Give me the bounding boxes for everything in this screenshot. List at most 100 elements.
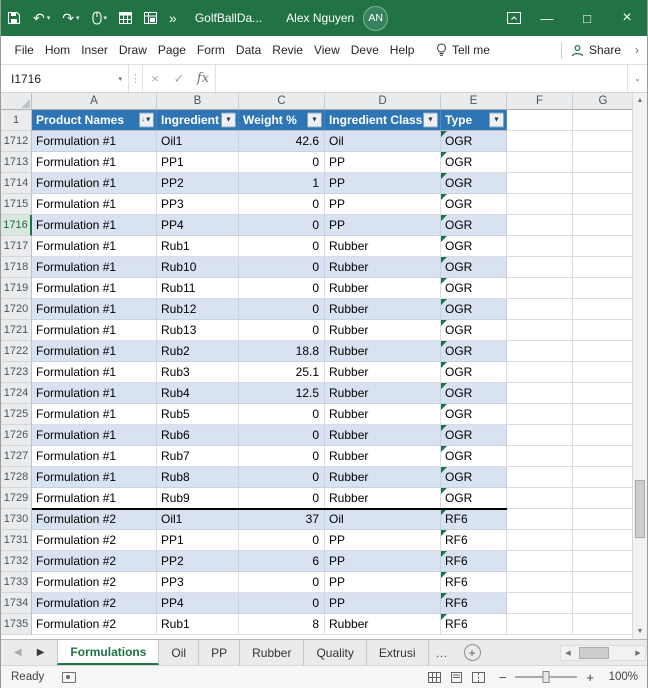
filter-button-weight[interactable]: ▼ <box>307 112 322 128</box>
cell-E1728[interactable]: OGR <box>441 467 507 488</box>
ribbon-tab-file[interactable]: File <box>9 36 39 65</box>
cell-E1714[interactable]: OGR <box>441 173 507 194</box>
cell-B1716[interactable]: PP4 <box>157 215 239 236</box>
cell-G1714[interactable] <box>573 173 634 194</box>
cell-B1724[interactable]: Rub4 <box>157 383 239 404</box>
cell-F1729[interactable] <box>507 488 573 509</box>
qat-table-button-2[interactable] <box>138 0 163 36</box>
view-page-layout-icon[interactable] <box>450 671 463 683</box>
cell-A1715[interactable]: Formulation #1 <box>32 194 157 215</box>
cell-B1713[interactable]: PP1 <box>157 152 239 173</box>
column-header-g[interactable]: G <box>573 93 634 109</box>
cell-F1717[interactable] <box>507 236 573 257</box>
cell-A1730[interactable]: Formulation #2 <box>32 509 157 530</box>
cell-D1721[interactable]: Rubber <box>325 320 441 341</box>
cell-A1723[interactable]: Formulation #1 <box>32 362 157 383</box>
cell-C1713[interactable]: 0 <box>239 152 325 173</box>
view-page-break-icon[interactable] <box>471 671 485 683</box>
vertical-scroll-track[interactable] <box>633 108 647 624</box>
cell-A1718[interactable]: Formulation #1 <box>32 257 157 278</box>
cell-E1722[interactable]: OGR <box>441 341 507 362</box>
column-header-b[interactable]: B <box>157 93 239 109</box>
redo-dropdown-arrow[interactable]: ▾ <box>76 14 80 22</box>
cell-F1714[interactable] <box>507 173 573 194</box>
cell-E1724[interactable]: OGR <box>441 383 507 404</box>
cell-F1725[interactable] <box>507 404 573 425</box>
cell-D1723[interactable]: Rubber <box>325 362 441 383</box>
cell-D1725[interactable]: Rubber <box>325 404 441 425</box>
minimize-button[interactable]: — <box>527 0 567 36</box>
cell-E1715[interactable]: OGR <box>441 194 507 215</box>
cell-F1730[interactable] <box>507 509 573 530</box>
row-header-1717[interactable]: 1717 <box>1 236 32 257</box>
cell-C1725[interactable]: 0 <box>239 404 325 425</box>
cell-C1733[interactable]: 0 <box>239 572 325 593</box>
zoom-level[interactable]: 100% <box>604 671 638 683</box>
cell-C1717[interactable]: 0 <box>239 236 325 257</box>
cell-C1721[interactable]: 0 <box>239 320 325 341</box>
cell-A1714[interactable]: Formulation #1 <box>32 173 157 194</box>
cell-D1719[interactable]: Rubber <box>325 278 441 299</box>
cell-F1727[interactable] <box>507 446 573 467</box>
cell-F1712[interactable] <box>507 131 573 152</box>
row-header-1732[interactable]: 1732 <box>1 551 32 572</box>
cell-D1724[interactable]: Rubber <box>325 383 441 404</box>
row-header-1721[interactable]: 1721 <box>1 320 32 341</box>
cell-C1716[interactable]: 0 <box>239 215 325 236</box>
cell-F1724[interactable] <box>507 383 573 404</box>
cell-B1726[interactable]: Rub6 <box>157 425 239 446</box>
zoom-out-button[interactable]: − <box>495 670 511 685</box>
sheet-tab-oil[interactable]: Oil <box>159 640 200 665</box>
cell-A1725[interactable]: Formulation #1 <box>32 404 157 425</box>
cell-E1713[interactable]: OGR <box>441 152 507 173</box>
cell-D1720[interactable]: Rubber <box>325 299 441 320</box>
row-header-1730[interactable]: 1730 <box>1 509 32 530</box>
cell-G1724[interactable] <box>573 383 634 404</box>
cell-G1728[interactable] <box>573 467 634 488</box>
cell-G1[interactable] <box>573 110 634 131</box>
cell-G1721[interactable] <box>573 320 634 341</box>
cell-C1722[interactable]: 18.8 <box>239 341 325 362</box>
row-header-1722[interactable]: 1722 <box>1 341 32 362</box>
cell-B1719[interactable]: Rub11 <box>157 278 239 299</box>
cell-B1721[interactable]: Rub13 <box>157 320 239 341</box>
cell-D1728[interactable]: Rubber <box>325 467 441 488</box>
ribbon-tab-deve[interactable]: Deve <box>345 36 384 65</box>
cell-C1728[interactable]: 0 <box>239 467 325 488</box>
cell-E1712[interactable]: OGR <box>441 131 507 152</box>
cell-A1729[interactable]: Formulation #1 <box>32 488 157 509</box>
row-header-1726[interactable]: 1726 <box>1 425 32 446</box>
cell-B1723[interactable]: Rub3 <box>157 362 239 383</box>
cell-F1720[interactable] <box>507 299 573 320</box>
filter-button-ingredient-class[interactable]: ▼ <box>423 112 438 128</box>
cell-G1713[interactable] <box>573 152 634 173</box>
cell-C1735[interactable]: 8 <box>239 614 325 635</box>
column-header-f[interactable]: F <box>507 93 573 109</box>
cell-F1722[interactable] <box>507 341 573 362</box>
ribbon-tab-inser[interactable]: Inser <box>76 36 114 65</box>
maximize-button[interactable]: □ <box>567 0 607 36</box>
expand-formula-bar-arrow[interactable]: ⌄ <box>627 65 647 92</box>
cell-F1718[interactable] <box>507 257 573 278</box>
cell-D1712[interactable]: Oil <box>325 131 441 152</box>
cell-D1734[interactable]: PP <box>325 593 441 614</box>
cell-E1726[interactable]: OGR <box>441 425 507 446</box>
row-header-1713[interactable]: 1713 <box>1 152 32 173</box>
cell-E1734[interactable]: RF6 <box>441 593 507 614</box>
scroll-down-arrow[interactable]: ▼ <box>633 624 647 639</box>
cell-G1716[interactable] <box>573 215 634 236</box>
filter-button-ingredient[interactable]: ▼ <box>221 112 236 128</box>
cell-E1731[interactable]: RF6 <box>441 530 507 551</box>
cell-F1728[interactable] <box>507 467 573 488</box>
sheet-tab-pp[interactable]: PP <box>199 640 241 665</box>
cell-E1729[interactable]: OGR <box>441 488 507 509</box>
vertical-scrollbar[interactable]: ▲ ▼ <box>632 93 647 639</box>
cell-E1733[interactable]: RF6 <box>441 572 507 593</box>
scroll-up-arrow[interactable]: ▲ <box>633 93 647 108</box>
cell-F1726[interactable] <box>507 425 573 446</box>
cell-G1720[interactable] <box>573 299 634 320</box>
cell-A1727[interactable]: Formulation #1 <box>32 446 157 467</box>
cell-B1731[interactable]: PP1 <box>157 530 239 551</box>
cell-G1725[interactable] <box>573 404 634 425</box>
cell-C1729[interactable]: 0 <box>239 488 325 509</box>
